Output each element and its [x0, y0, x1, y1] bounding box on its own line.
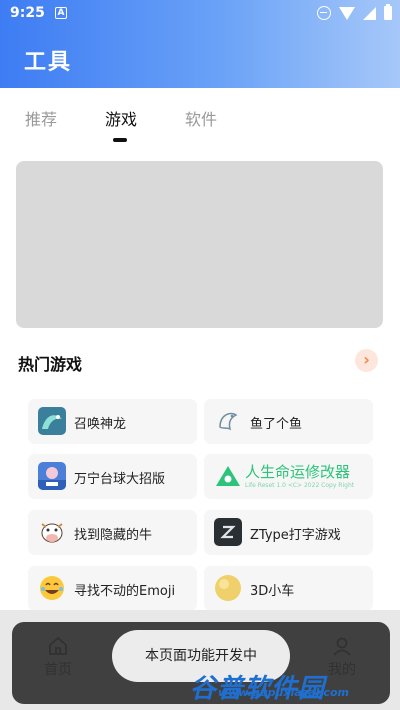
battery-icon: [384, 4, 392, 20]
game-label: 万宁台球大招版: [74, 472, 166, 487]
game-label: 鱼了个鱼: [250, 417, 303, 432]
game-card-ztype[interactable]: ZType打字游戏: [204, 510, 373, 555]
do-not-disturb-icon: [317, 6, 331, 20]
tab-indicator: [113, 138, 127, 142]
wifi-icon: [339, 7, 355, 20]
game-card-3d-car[interactable]: 3D小车: [204, 566, 373, 611]
banner-image[interactable]: [16, 161, 383, 328]
ball-icon: [214, 574, 242, 602]
chevron-right-icon[interactable]: ›: [355, 349, 378, 372]
life-reset-icon: [214, 462, 242, 490]
game-label: 找到隐藏的牛: [74, 528, 153, 543]
dragon-icon: [38, 407, 66, 435]
game-card-summon-dragon[interactable]: 召唤神龙: [28, 399, 197, 444]
category-tabs: 推荐 游戏 软件: [0, 100, 400, 144]
tab-recommend[interactable]: 推荐: [25, 106, 57, 130]
game-card-cow[interactable]: 找到隐藏的牛: [28, 510, 197, 555]
game-label: 3D小车: [250, 584, 295, 599]
watermark-url: www.gupuxlazal.com: [218, 686, 349, 699]
notification-icon: A: [55, 7, 67, 19]
tab-games[interactable]: 游戏: [105, 106, 137, 130]
game-label: 寻找不动的Emoji: [74, 584, 176, 599]
billiards-icon: [38, 462, 66, 490]
game-card-life-reset[interactable]: 人生命运修改器 Life Reset 1.0 <C> 2022 Copy Rig…: [204, 454, 373, 499]
emoji-icon: [38, 574, 66, 602]
signal-icon: [363, 6, 376, 20]
game-card-emoji[interactable]: 寻找不动的Emoji: [28, 566, 197, 611]
tab-software[interactable]: 软件: [185, 106, 217, 130]
status-time: 9:25: [10, 5, 45, 21]
game-subtitle: Life Reset 1.0 <C> 2022 Copy Right: [245, 482, 355, 489]
game-label: 召唤神龙: [74, 417, 127, 432]
ztype-icon: [214, 518, 242, 546]
app-header: 9:25 A 工具: [0, 0, 400, 88]
fish-dragon-icon: [214, 407, 242, 435]
page-title: 工具: [24, 50, 73, 75]
status-bar: 9:25 A: [0, 0, 400, 28]
game-label: ZType打字游戏: [250, 528, 341, 543]
game-card-fish[interactable]: 鱼了个鱼: [204, 399, 373, 444]
cow-icon: [38, 518, 66, 546]
status-icons: [317, 4, 392, 20]
game-label: 人生命运修改器: [245, 463, 351, 481]
game-card-billiards[interactable]: 万宁台球大招版: [28, 454, 197, 499]
section-title: 热门游戏: [18, 355, 83, 374]
